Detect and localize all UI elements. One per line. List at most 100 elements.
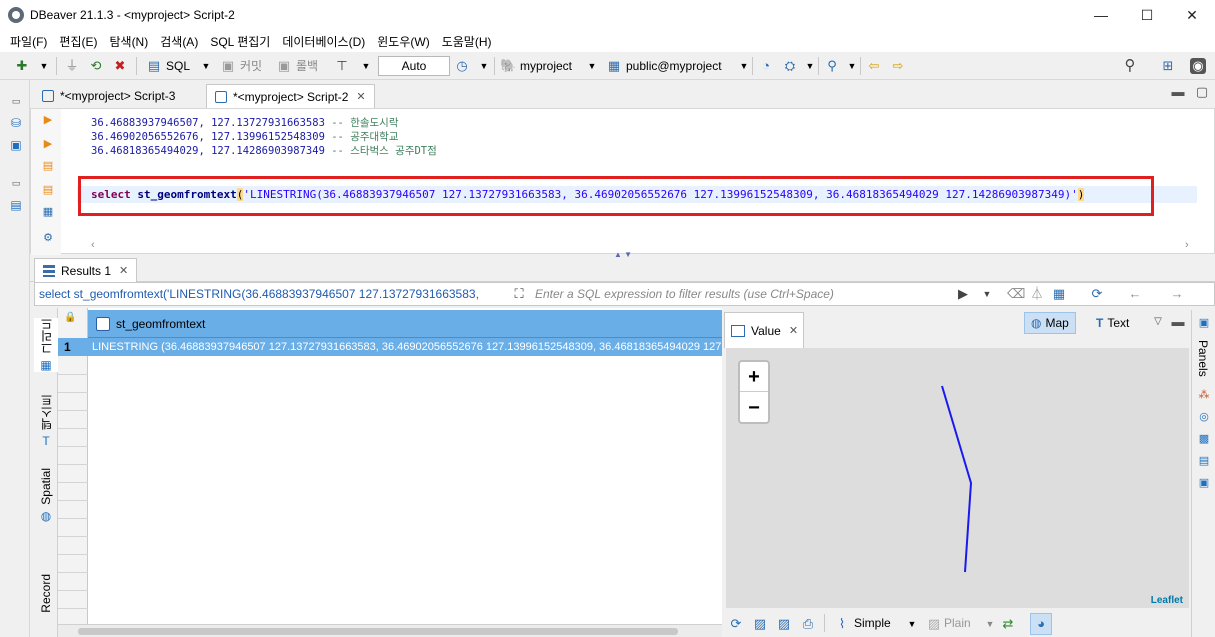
dropdown-arrow-icon[interactable]: ▼ (36, 58, 52, 74)
results-grid[interactable]: 🔒 st_geomfromtext 1 LINESTRING (36.46883… (58, 308, 722, 624)
palette-icon[interactable]: ◕ (1030, 613, 1052, 635)
export-image-icon[interactable]: ▨ (776, 616, 792, 632)
plain-mode-selector[interactable]: Plain (944, 616, 971, 630)
close-tab-icon[interactable]: ✕ (789, 324, 798, 337)
execute-script-icon[interactable]: ▤ (41, 159, 55, 173)
explain-plan-icon[interactable]: ▦ (41, 205, 55, 219)
tab-script-2[interactable]: *<myproject> Script-2 ✕ (206, 84, 375, 108)
tab-grid[interactable]: 그리드 ▦ (34, 318, 58, 372)
menu-database[interactable]: 데이터베이스(D) (276, 33, 371, 50)
panels-icon[interactable]: ▣ (1197, 316, 1211, 330)
close-tab-icon[interactable]: ✕ (119, 264, 128, 277)
tab-text[interactable]: 텍스트 T (34, 394, 58, 448)
previous-edit-icon[interactable]: ⇦ (866, 58, 882, 74)
filter-input[interactable]: Enter a SQL expression to filter results… (535, 287, 834, 301)
print-icon[interactable]: ⎙ (800, 616, 816, 632)
dropdown-arrow-icon[interactable]: ▼ (584, 58, 600, 74)
dropdown-arrow-icon[interactable]: ▼ (198, 58, 214, 74)
grouping-icon[interactable]: ▩ (1197, 432, 1211, 446)
dbeaver-perspective-icon[interactable]: ◉ (1190, 58, 1206, 74)
close-tab-icon[interactable]: ✕ (356, 90, 365, 103)
zoom-out-button[interactable]: − (740, 393, 768, 423)
value-viewer-icon[interactable]: ▣ (1197, 476, 1211, 490)
view-menu-icon[interactable]: ▽ (1150, 314, 1166, 330)
database-navigator-icon[interactable]: ⛁ (9, 116, 23, 130)
outline-icon[interactable]: ▤ (9, 198, 23, 212)
execute-statement-icon[interactable]: ▶ (41, 113, 55, 127)
tab-script-3[interactable]: *<myproject> Script-3 (34, 84, 183, 108)
text-view-button[interactable]: T Text (1090, 312, 1135, 334)
menu-search[interactable]: 검색(A) (154, 33, 204, 50)
grid-horizontal-scrollbar[interactable] (58, 624, 722, 637)
maximize-editor-icon[interactable]: ▢ (1194, 84, 1210, 100)
map-view-button[interactable]: ◍ Map (1024, 312, 1076, 334)
sql-editor-icon[interactable]: ▤ (146, 58, 162, 74)
restore-icon[interactable]: ▭ (9, 94, 23, 108)
reconnect-icon[interactable]: ⟲ (88, 58, 104, 74)
map-view[interactable]: + − Leaflet (726, 348, 1189, 608)
schema-selector[interactable]: public@myproject (626, 58, 722, 74)
scroll-left-icon[interactable]: ‹ (91, 239, 95, 251)
tab-spatial[interactable]: Spatial ◍ (34, 468, 58, 523)
scroll-right-icon[interactable]: › (1185, 239, 1189, 251)
menu-sql-editor[interactable]: SQL 편집기 (204, 33, 276, 50)
dropdown-arrow-icon[interactable]: ▼ (476, 58, 492, 74)
maximize-button[interactable]: ☐ (1124, 0, 1170, 30)
image-icon[interactable]: ▨ (752, 616, 768, 632)
dropdown-arrow-icon[interactable]: ▼ (736, 58, 752, 74)
project-selector[interactable]: myproject (520, 58, 572, 74)
table-cell[interactable]: LINESTRING (36.46883937946507 127.137279… (88, 338, 722, 356)
dropdown-arrow-icon[interactable]: ▼ (358, 58, 374, 74)
commit-button[interactable]: 커밋 (240, 58, 262, 74)
scrollbar-thumb[interactable] (78, 628, 678, 635)
filter-settings-icon[interactable]: ⏃ (1029, 286, 1045, 302)
swap-icon[interactable]: ⇄ (1000, 616, 1016, 632)
minimize-editor-icon[interactable]: ▬ (1170, 84, 1186, 100)
dropdown-arrow-icon[interactable]: ▼ (982, 616, 998, 632)
dropdown-arrow-icon[interactable]: ▼ (904, 616, 920, 632)
menu-file[interactable]: 파일(F) (4, 33, 53, 50)
panels-label[interactable]: Panels (1196, 340, 1210, 377)
zoom-in-button[interactable]: + (740, 362, 768, 392)
transaction-mode-icon[interactable]: ⊤ (334, 58, 350, 74)
connect-icon[interactable]: ⏚ (64, 58, 80, 74)
calculator-icon[interactable]: ▤ (1197, 454, 1211, 468)
history-icon[interactable]: ◷ (454, 58, 470, 74)
clear-filter-icon[interactable]: ⌫ (1007, 286, 1025, 302)
disconnect-icon[interactable]: ✖ (112, 58, 128, 74)
minimize-button[interactable]: — (1078, 0, 1124, 30)
refresh-icon[interactable]: ⟳ (1089, 286, 1105, 302)
close-button[interactable]: ✕ (1169, 0, 1215, 30)
forward-icon[interactable]: → (1169, 286, 1185, 302)
row-number[interactable]: 1 (58, 338, 88, 356)
filter-history-icon[interactable]: ▼ (979, 286, 995, 302)
dropdown-arrow-icon[interactable]: ▼ (844, 58, 860, 74)
aggregate-icon[interactable]: ◎ (1197, 410, 1211, 424)
projects-icon[interactable]: ▣ (9, 138, 23, 152)
sql-button[interactable]: SQL (166, 58, 190, 74)
search-icon[interactable]: ⚲ (824, 58, 840, 74)
column-header[interactable]: st_geomfromtext (88, 310, 722, 338)
tab-record[interactable]: Record (34, 574, 58, 613)
dashboard-icon[interactable]: ◔ (758, 58, 774, 74)
tab-results-1[interactable]: Results 1 ✕ (34, 258, 138, 282)
save-filter-icon[interactable]: ▦ (1051, 286, 1067, 302)
simple-mode-selector[interactable]: Simple (854, 616, 891, 630)
expand-icon[interactable]: ⛶ (511, 286, 527, 302)
menu-help[interactable]: 도움말(H) (436, 33, 498, 50)
menu-navigate[interactable]: 탐색(N) (103, 33, 154, 50)
dropdown-arrow-icon[interactable]: ▼ (802, 58, 818, 74)
transaction-mode-select[interactable]: Auto (378, 56, 450, 76)
leaflet-attribution-link[interactable]: Leaflet (1151, 595, 1183, 606)
refresh-map-icon[interactable]: ⟳ (728, 616, 744, 632)
restore-icon[interactable]: ▭ (9, 176, 23, 190)
apply-filter-icon[interactable]: ▶ (955, 286, 971, 302)
menu-window[interactable]: 윈도우(W) (371, 33, 435, 50)
settings-gear-icon[interactable]: ⚙ (41, 231, 55, 245)
tab-value[interactable]: Value ✕ (724, 312, 804, 348)
minimize-panel-icon[interactable]: ▬ (1170, 314, 1186, 330)
tools-icon[interactable]: ⛭ (782, 58, 798, 74)
results-filter-bar[interactable]: select st_geomfromtext('LINESTRING(36.46… (34, 282, 1215, 306)
metadata-icon[interactable]: ⁂ (1197, 388, 1211, 402)
global-search-icon[interactable]: ⚲ (1122, 58, 1138, 74)
